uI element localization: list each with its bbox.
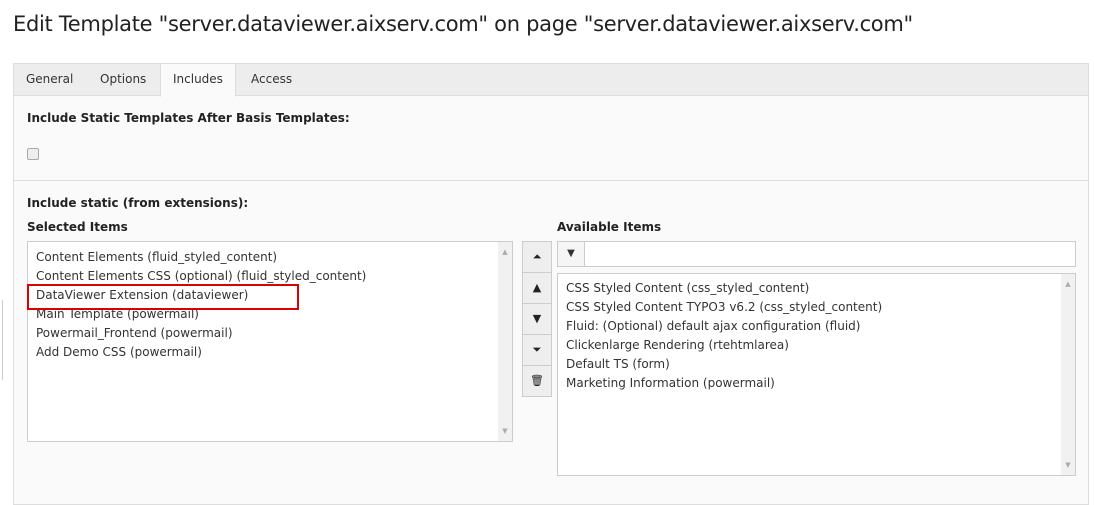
tab-general[interactable]: General	[14, 64, 85, 95]
available-items-list[interactable]: CSS Styled Content (css_styled_content) …	[557, 273, 1076, 476]
scrollbar[interactable]: ▲ ▼	[498, 242, 512, 441]
list-item[interactable]: Main Template (powermail)	[28, 305, 512, 324]
page-title: Edit Template "server.dataviewer.aixserv…	[13, 12, 913, 36]
move-up-icon: ▲	[532, 281, 542, 294]
move-down-button[interactable]: ▼	[523, 304, 551, 335]
tab-bar: General Options Includes Access	[14, 63, 1088, 97]
side-panel-edge	[0, 300, 3, 380]
move-to-top-icon: ⏶	[532, 250, 542, 263]
move-up-button[interactable]: ▲	[523, 273, 551, 304]
selected-items-list[interactable]: Content Elements (fluid_styled_content) …	[27, 241, 513, 442]
list-item[interactable]: Clickenlarge Rendering (rtehtmlarea)	[558, 336, 1075, 355]
include-after-basis-label: Include Static Templates After Basis Tem…	[27, 111, 350, 125]
tab-options[interactable]: Options	[88, 64, 158, 95]
available-items-label: Available Items	[557, 220, 662, 234]
list-item[interactable]: Add Demo CSS (powermail)	[28, 343, 512, 362]
tab-includes[interactable]: Includes	[160, 63, 236, 97]
filter-text[interactable]	[586, 244, 1070, 260]
list-item[interactable]: CSS Styled Content TYPO3 v6.2 (css_style…	[558, 298, 1075, 317]
list-item[interactable]: DataViewer Extension (dataviewer)	[28, 286, 512, 305]
list-item[interactable]: Fluid: (Optional) default ajax configura…	[558, 317, 1075, 336]
list-item[interactable]: Marketing Information (powermail)	[558, 374, 1075, 393]
list-item[interactable]: Powermail_Frontend (powermail)	[28, 324, 512, 343]
section-divider	[14, 180, 1088, 181]
tab-panel: General Options Includes Access Include …	[13, 63, 1089, 505]
list-item[interactable]: Content Elements CSS (optional) (fluid_s…	[28, 267, 512, 286]
list-item[interactable]: Default TS (form)	[558, 355, 1075, 374]
list-item[interactable]: Content Elements (fluid_styled_content)	[28, 248, 512, 267]
remove-button[interactable]: 🗑	[523, 366, 551, 396]
move-to-top-button[interactable]: ⏶	[523, 242, 551, 273]
move-to-bottom-icon: ⏷	[532, 343, 542, 356]
scrollbar[interactable]: ▲ ▼	[1061, 274, 1075, 475]
list-item[interactable]: CSS Styled Content (css_styled_content)	[558, 279, 1075, 298]
filter-icon: ▼	[558, 242, 585, 266]
include-static-label: Include static (from extensions):	[27, 196, 249, 210]
trash-icon: 🗑	[530, 374, 544, 387]
move-down-icon: ▼	[532, 312, 542, 325]
list-actions: ⏶ ▲ ▼ ⏷ 🗑	[522, 241, 552, 397]
tab-access[interactable]: Access	[239, 64, 304, 95]
selected-items-label: Selected Items	[27, 220, 128, 234]
filter-input[interactable]: ▼	[557, 241, 1076, 267]
move-to-bottom-button[interactable]: ⏷	[523, 335, 551, 366]
include-after-basis-checkbox[interactable]	[27, 148, 39, 160]
